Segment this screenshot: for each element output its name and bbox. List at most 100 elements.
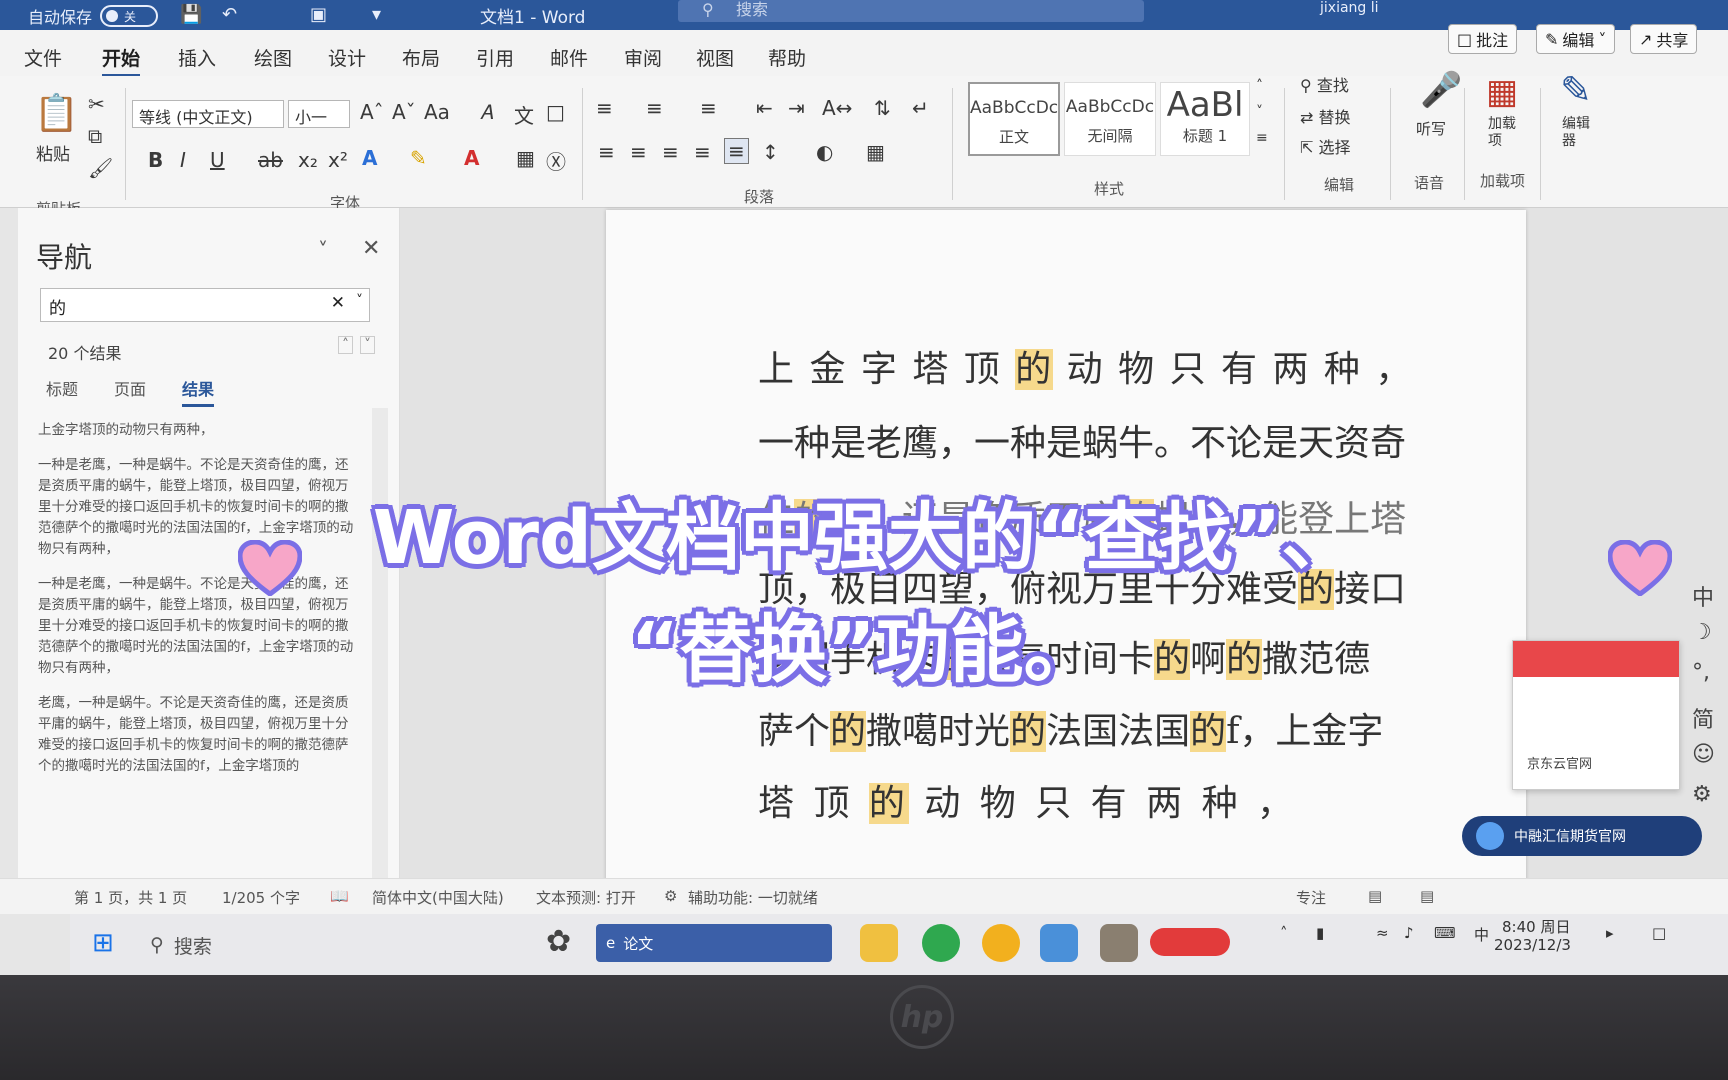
highlight-icon[interactable]: ✎ (410, 146, 427, 170)
ime-simplified[interactable]: 简 (1692, 702, 1714, 734)
share-button[interactable]: ↗ 共享 (1630, 24, 1698, 54)
editor-label[interactable]: 编辑器 (1562, 116, 1592, 150)
volume-icon[interactable]: ♪ (1404, 924, 1414, 942)
clock-time[interactable]: 8:40 周日 (1502, 916, 1570, 937)
hot-news-badge[interactable] (1150, 928, 1230, 956)
font-name-select[interactable]: 等线 (中文正文) (132, 100, 284, 128)
style-heading-1[interactable]: AaBl 标题 1 (1160, 82, 1250, 156)
char-border-icon[interactable]: □ (546, 100, 565, 124)
copy-icon[interactable]: ⧉ (88, 124, 102, 148)
notification-icon[interactable]: □ (1652, 924, 1666, 942)
italic-icon[interactable]: I (180, 148, 186, 172)
text-prediction[interactable]: 文本预测: 打开 (536, 887, 636, 908)
increase-indent-icon[interactable]: ⇥ (788, 96, 805, 120)
windows-start-icon[interactable]: ⊞ (92, 928, 114, 958)
style-no-spacing[interactable]: AaBbCcDc 无间隔 (1064, 82, 1156, 156)
list-item[interactable]: 上金字塔顶的动物只有两种， (38, 420, 358, 441)
print-layout-icon[interactable]: ▤ (1420, 887, 1434, 905)
settings-icon[interactable]: ⚙ (1692, 782, 1712, 807)
font-size-select[interactable]: 小一 (288, 100, 350, 128)
tab-insert[interactable]: 插入 (178, 44, 216, 71)
customize-qat-icon[interactable]: ▾ (372, 4, 381, 25)
taskbar-search[interactable]: ⚲ 搜索 (130, 926, 510, 964)
borders-icon[interactable]: ▦ (866, 140, 885, 164)
tab-layout[interactable]: 布局 (402, 44, 440, 71)
tray-up-icon[interactable]: ˄ (1280, 924, 1288, 942)
strikethrough-icon[interactable]: ab (258, 148, 283, 172)
phonetic-guide-icon[interactable]: 文 (514, 100, 534, 129)
styles-more-icon[interactable]: ≡ (1256, 130, 1268, 146)
clear-format-icon[interactable]: 𝐴 (480, 100, 493, 124)
chinese-layout-icon[interactable]: A↔ (822, 96, 852, 120)
save-icon[interactable]: 💾 (180, 4, 202, 25)
subscript-icon[interactable]: x₂ (298, 148, 318, 172)
line-spacing-icon[interactable]: ↕ (762, 140, 779, 164)
enclose-char-icon[interactable]: Ⓧ (546, 146, 566, 175)
distributed-icon[interactable]: ≡ (724, 138, 749, 164)
tab-view[interactable]: 视图 (696, 44, 734, 71)
list-item[interactable]: 老鹰，一种是蜗牛。不论是天资奇佳的鹰，还是资质平庸的蜗牛，能登上塔顶，极目四望，… (38, 693, 358, 777)
user-name[interactable]: jixiang li (1320, 0, 1379, 16)
paste-label[interactable]: 粘贴 (36, 140, 70, 165)
align-center-icon[interactable]: ≡ (630, 140, 647, 164)
format-painter-icon[interactable]: 🖌 (88, 156, 113, 180)
clock-date[interactable]: 2023/12/3 (1494, 936, 1571, 954)
document-line-6[interactable]: 萨个的撒噶时光的法国法国的f，上金字 (758, 702, 1383, 754)
keyboard-icon[interactable]: ⌨ (1434, 924, 1456, 942)
cut-icon[interactable]: ✂ (88, 92, 105, 116)
wifi-icon[interactable]: ≈ (1376, 924, 1389, 942)
document-line-2[interactable]: 一种是老鹰，一种是蜗牛。不论是天资奇 (758, 414, 1406, 466)
browser-search-box[interactable]: e 论文 (596, 924, 832, 962)
bold-icon[interactable]: B (148, 148, 163, 172)
nav-tab-results[interactable]: 结果 (182, 376, 215, 407)
music-app-icon[interactable] (982, 924, 1020, 962)
addins-icon[interactable]: ▦ (1486, 72, 1518, 112)
autosave-toggle[interactable]: 关 (100, 5, 159, 27)
word-count[interactable]: 1/205 个字 (222, 887, 300, 908)
nav-tab-pages[interactable]: 页面 (114, 376, 146, 400)
nav-options-icon[interactable]: ˅ (318, 238, 328, 262)
next-result-icon[interactable]: ˅ (360, 336, 375, 354)
comments-button[interactable]: □ 批注 (1448, 24, 1518, 54)
microphone-icon[interactable]: 🎤 (1420, 70, 1462, 110)
tab-draw[interactable]: 绘图 (254, 44, 292, 71)
notification-pill[interactable]: 中融汇信期货官网 (1462, 816, 1702, 856)
find-button[interactable]: ⚲ 查找 (1300, 72, 1349, 96)
numbering-icon[interactable]: ≡ (646, 96, 663, 120)
tab-mailings[interactable]: 邮件 (550, 44, 588, 71)
grow-font-icon[interactable]: Aˆ (360, 100, 384, 124)
tab-design[interactable]: 设计 (328, 44, 366, 71)
document-line-7[interactable]: 塔 顶 的 动 物 只 有 两 种 ， (758, 774, 1297, 826)
search-options-icon[interactable]: ˅ (356, 293, 363, 309)
shading-icon[interactable]: ◐ (816, 140, 833, 164)
tab-review[interactable]: 审阅 (624, 44, 662, 71)
page-indicator[interactable]: 第 1 页，共 1 页 (74, 887, 187, 908)
clear-search-icon[interactable]: ✕ (331, 293, 345, 313)
tab-help[interactable]: 帮助 (768, 44, 806, 71)
picture-icon[interactable]: ▣ (310, 4, 327, 25)
shrink-font-icon[interactable]: Aˇ (392, 100, 416, 124)
nav-tab-headings[interactable]: 标题 (46, 376, 78, 400)
multilevel-list-icon[interactable]: ≡ (700, 96, 717, 120)
nav-search-input[interactable]: 的 ✕ ˅ (40, 288, 370, 322)
char-shading-icon[interactable]: ▦ (516, 146, 535, 170)
app-icon[interactable]: ✿ (546, 924, 571, 959)
style-normal[interactable]: AaBbCcDc 正文 (968, 82, 1060, 156)
paste-icon[interactable]: 📋 (34, 92, 79, 134)
language-indicator[interactable]: 简体中文(中国大陆) (372, 887, 504, 908)
show-marks-icon[interactable]: ↵ (912, 96, 929, 120)
app-icon[interactable] (1040, 924, 1078, 962)
tab-file[interactable]: 文件 (24, 44, 62, 71)
read-mode-icon[interactable]: ▤ (1368, 887, 1382, 905)
previous-result-icon[interactable]: ˄ (338, 336, 353, 354)
styles-scroll-up-icon[interactable]: ˄ (1256, 78, 1263, 94)
addins-button-label[interactable]: 加载项 (1488, 116, 1518, 150)
sort-icon[interactable]: ⇅ (874, 96, 891, 120)
editor-pen-icon[interactable]: ✎ (1560, 68, 1592, 112)
document-line-1[interactable]: 上 金 字 塔 顶 的 动 物 只 有 两 种 ， (758, 340, 1413, 392)
decrease-indent-icon[interactable]: ⇤ (756, 96, 773, 120)
close-icon[interactable]: ✕ (362, 236, 380, 261)
editing-mode-button[interactable]: ✎ 编辑 ˅ (1536, 24, 1616, 54)
justify-icon[interactable]: ≡ (694, 140, 711, 164)
text-effects-icon[interactable]: A (362, 146, 377, 170)
